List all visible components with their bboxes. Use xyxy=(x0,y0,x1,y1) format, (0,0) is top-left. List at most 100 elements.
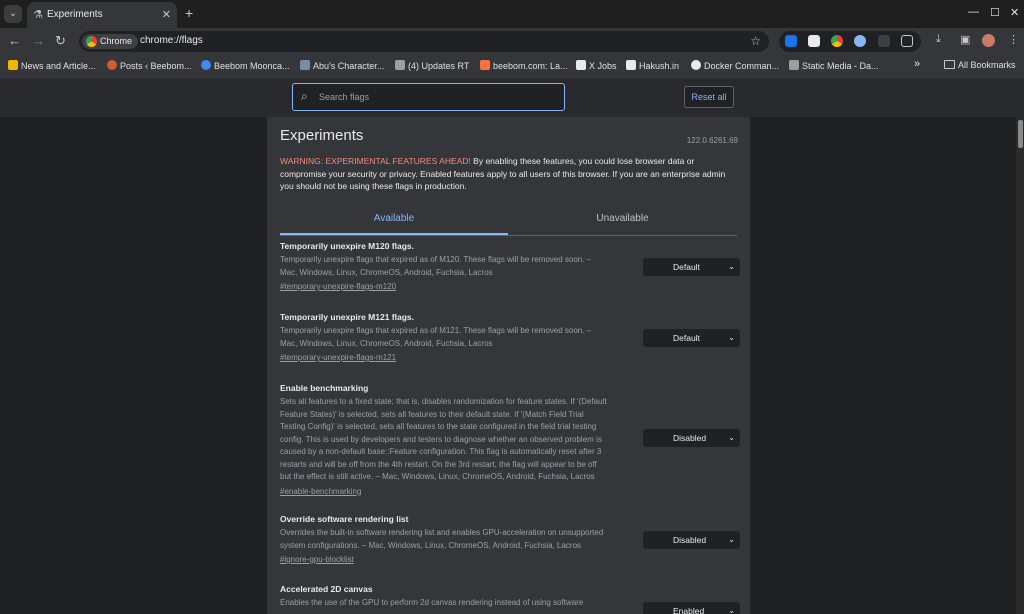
github-icon xyxy=(691,60,701,70)
folder-icon xyxy=(944,60,955,69)
bookmark-item[interactable]: Static Media - Da... xyxy=(789,60,879,71)
chevron-down-icon: ⌄ xyxy=(728,333,735,342)
address-bar[interactable]: Chrome chrome://flags ☆ xyxy=(79,31,769,52)
menu-kebab-icon[interactable]: ⋮ xyxy=(1008,33,1019,46)
flag-item: Enable benchmarking Sets all features to… xyxy=(280,383,740,498)
search-icon: ⌕ xyxy=(301,89,308,103)
chevron-down-icon: ⌄ xyxy=(728,535,735,544)
bookmark-item[interactable]: Posts ‹ Beebom... xyxy=(107,60,192,71)
flag-state-value: Default xyxy=(673,262,700,272)
bookmarks-overflow-icon[interactable]: » xyxy=(914,58,920,70)
flag-item: Accelerated 2D canvas Enables the use of… xyxy=(280,584,740,614)
reload-icon[interactable]: ↻ xyxy=(55,33,66,48)
experiments-panel: Experiments 122.0.6261.69 WARNING: EXPER… xyxy=(267,117,750,614)
active-tab[interactable]: ⚗ Experiments ✕ xyxy=(27,2,177,28)
flag-title: Temporarily unexpire M121 flags. xyxy=(280,312,414,322)
flag-state-value: Default xyxy=(673,333,700,343)
scrollbar-thumb[interactable] xyxy=(1018,120,1023,148)
forward-arrow-icon[interactable]: → xyxy=(32,33,45,48)
tab-available[interactable]: Available xyxy=(280,207,508,235)
extension-icon-1[interactable] xyxy=(785,35,797,47)
extension-icon-4[interactable] xyxy=(854,35,866,47)
tab-unavailable[interactable]: Unavailable xyxy=(508,207,737,233)
flag-link[interactable]: #ignore-gpu-blocklist xyxy=(280,554,740,566)
bookmark-star-icon[interactable]: ☆ xyxy=(750,34,761,48)
extension-icon-3[interactable] xyxy=(831,35,843,47)
flag-title: Temporarily unexpire M120 flags. xyxy=(280,241,414,251)
bookmark-item[interactable]: Beebom Mooncа... xyxy=(201,60,290,71)
flag-title: Accelerated 2D canvas xyxy=(280,584,373,594)
all-bookmarks-button[interactable]: All Bookmarks xyxy=(944,60,1016,70)
back-arrow-icon[interactable]: ← xyxy=(8,33,21,48)
close-tab-icon[interactable]: ✕ xyxy=(162,8,171,21)
flag-item: Temporarily unexpire M121 flags. Tempora… xyxy=(280,312,740,364)
flask-icon: ⚗ xyxy=(33,9,43,21)
warning-text: WARNING: EXPERIMENTAL FEATURES AHEAD! By… xyxy=(280,155,740,193)
bookmark-favicon-icon xyxy=(300,60,310,70)
download-icon[interactable]: ⤓ xyxy=(936,33,941,46)
chrome-logo-icon xyxy=(86,36,97,47)
flag-title: Enable benchmarking xyxy=(280,383,369,393)
bookmark-item[interactable]: (4) Updates RT xyxy=(395,60,469,71)
bookmark-item[interactable]: Hakush.in xyxy=(626,60,679,71)
extensions-group xyxy=(779,31,921,52)
warning-strong: WARNING: EXPERIMENTAL FEATURES AHEAD! xyxy=(280,156,471,166)
flag-state-select[interactable]: Default ⌄ xyxy=(643,329,740,347)
extension-icon-5[interactable] xyxy=(878,35,890,47)
bookmark-item[interactable]: X Jobs xyxy=(576,60,617,71)
flag-state-value: Disabled xyxy=(673,433,707,443)
flag-state-select[interactable]: Disabled ⌄ xyxy=(643,531,740,549)
chrome-chip[interactable]: Chrome xyxy=(82,34,139,49)
reset-all-button[interactable]: Reset all xyxy=(684,86,734,108)
flag-item: Temporarily unexpire M120 flags. Tempora… xyxy=(280,241,740,293)
x-logo-icon xyxy=(576,60,586,70)
flag-link[interactable]: #temporary-unexpire-flags-m121 xyxy=(280,352,740,364)
search-input[interactable] xyxy=(317,88,557,106)
maximize-icon[interactable]: ☐ xyxy=(990,6,1000,19)
extension-icon-2[interactable] xyxy=(808,35,820,47)
bookmark-favicon-icon xyxy=(201,60,211,70)
flag-description: Enables the use of the GPU to perform 2d… xyxy=(280,598,584,607)
flag-description: Overrides the built-in software renderin… xyxy=(280,528,604,550)
bookmark-item[interactable]: News and Article... xyxy=(8,60,96,71)
bookmark-item[interactable]: beebom.com: La... xyxy=(480,60,568,71)
new-tab-button[interactable]: + xyxy=(185,5,193,21)
flag-state-select[interactable]: Disabled ⌄ xyxy=(643,429,740,447)
chevron-down-icon: ⌄ xyxy=(728,262,735,271)
page-title: Experiments xyxy=(280,127,364,144)
chrome-chip-label: Chrome xyxy=(100,36,133,46)
flag-state-select[interactable]: Enabled ⌄ xyxy=(643,602,740,614)
flag-description: Temporarily unexpire flags that expired … xyxy=(280,255,592,277)
flags-header: ⌕ Reset all xyxy=(0,79,1024,117)
flag-state-select[interactable]: Default ⌄ xyxy=(643,258,740,276)
flag-description: Temporarily unexpire flags that expired … xyxy=(280,326,592,348)
bookmarks-bar: News and Article... Posts ‹ Beebom... Be… xyxy=(0,54,1024,79)
flag-link[interactable]: #temporary-unexpire-flags-m120 xyxy=(280,281,740,293)
flag-item: Override software rendering list Overrid… xyxy=(280,514,740,566)
flag-title: Override software rendering list xyxy=(280,514,409,524)
bookmark-favicon-icon xyxy=(8,60,18,70)
bookmark-favicon-icon xyxy=(626,60,636,70)
page-scrollbar[interactable] xyxy=(1016,117,1024,614)
bookmark-item[interactable]: Abu's Character... xyxy=(300,60,384,71)
tab-search-chevron-icon[interactable]: ⌄ xyxy=(4,5,22,23)
flags-tabs: Available Unavailable xyxy=(280,207,737,236)
url-text[interactable]: chrome://flags xyxy=(140,35,203,46)
tab-title: Experiments xyxy=(47,9,103,20)
extensions-puzzle-icon[interactable] xyxy=(901,35,913,47)
avatar[interactable] xyxy=(982,34,995,47)
flag-state-value: Disabled xyxy=(673,535,707,545)
tab-strip: ⌄ ⚗ Experiments ✕ + — ☐ ✕ xyxy=(0,0,1024,28)
flag-link[interactable]: #enable-benchmarking xyxy=(280,486,740,498)
close-window-icon[interactable]: ✕ xyxy=(1010,6,1019,19)
bookmark-item[interactable]: Docker Comman... xyxy=(691,60,779,71)
version-label: 122.0.6261.69 xyxy=(686,136,738,145)
chevron-down-icon: ⌄ xyxy=(728,606,735,614)
search-box: ⌕ xyxy=(292,83,565,111)
bookmark-favicon-icon xyxy=(395,60,405,70)
side-panel-icon[interactable]: ▣ xyxy=(960,33,970,46)
bookmark-favicon-icon xyxy=(789,60,799,70)
flag-state-value: Enabled xyxy=(673,606,705,614)
bookmark-favicon-icon xyxy=(480,60,490,70)
minimize-icon[interactable]: — xyxy=(968,6,979,18)
